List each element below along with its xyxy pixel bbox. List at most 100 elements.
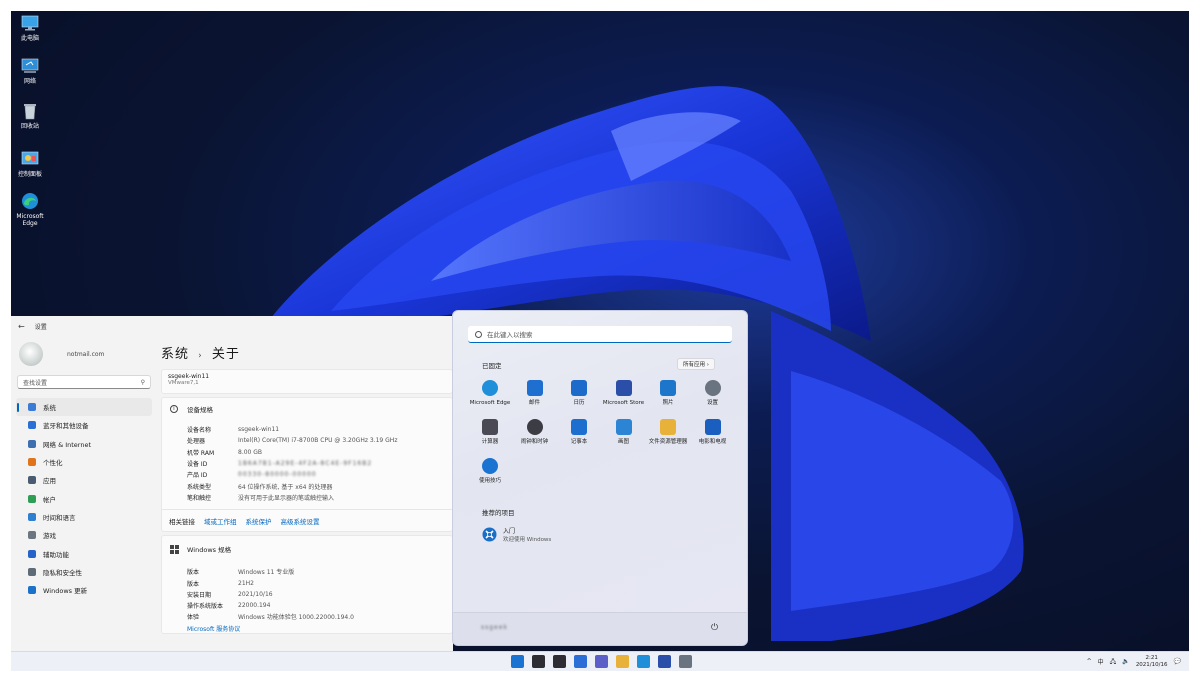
clock-icon [526,419,543,435]
nav-icon [28,439,36,448]
start-search-input[interactable]: 在此键入以搜索 [468,326,732,343]
power-icon[interactable]: ⏻ [711,623,721,633]
tray-chevron-icon[interactable]: ^ [1087,658,1092,665]
service-agreement-link[interactable]: Microsoft 服务协议 [162,624,452,633]
paint-icon [615,419,632,435]
sidebar-item[interactable]: 应用 [16,471,152,489]
control-panel-icon [21,151,39,165]
device-spec-list: 设备名称 ssgeek-win11 处理器 Intel(R) Core(TM) i7-… [162,420,452,509]
clock[interactable]: 2:21 2021/10/16 [1136,655,1168,668]
ime-indicator[interactable]: 中 [1098,657,1104,666]
breadcrumb-parent[interactable]: 系统 [161,347,189,362]
link-advanced-system-settings[interactable]: 高级系统设置 [281,516,320,526]
windows-spec-header[interactable]: Windows 规格 [162,536,452,562]
start-search-placeholder: 在此键入以搜索 [487,331,533,339]
desktop-icon-label: 控制面板 [17,171,42,178]
sidebar-item-label: Windows 更新 [43,587,88,596]
nav-icon [28,458,36,467]
sidebar-item[interactable]: 时间和语言 [16,508,152,526]
volume-icon[interactable]: 🔈 [1122,658,1129,665]
start-icon[interactable] [511,655,524,668]
calendar-icon [571,380,587,396]
pinned-app-label: 文件资源管理器 [648,439,688,445]
start-user-name[interactable]: ssgeek [481,624,508,631]
sidebar-item[interactable]: Windows 更新 [16,581,152,599]
pinned-app[interactable]: Microsoft Store [602,380,646,407]
nav-icon [28,549,36,558]
sidebar-item[interactable]: 系统 [16,398,152,417]
spec-row: 版本 Windows 11 专业版 [187,566,452,577]
pinned-app[interactable]: 日历 [557,380,601,407]
pinned-app[interactable]: 设置 [691,380,735,407]
pinned-app[interactable]: 记事本 [557,419,601,446]
taskbar: ^ 中 🖧 🔈 2:21 2021/10/16 💬 [11,651,1189,671]
back-arrow-icon[interactable]: ← [18,322,25,331]
spec-value: ssgeek-win11 [238,426,280,434]
sidebar-item[interactable]: 蓝牙和其他设备 [16,416,152,434]
desktop-icon-edge[interactable]: Microsoft Edge [13,191,47,227]
edge-icon[interactable] [637,655,650,668]
file-explorer-icon[interactable] [616,655,629,668]
nav-icon [28,494,36,503]
search-icon[interactable] [532,655,545,668]
pinned-app-label: 电影和电视 [698,439,727,445]
store-icon[interactable] [658,655,671,668]
recommended-item[interactable]: 入门 欢迎使用 Windows [482,526,551,543]
all-apps-button[interactable]: 所有应用 › [677,358,715,370]
sidebar-item[interactable]: 个性化 [16,453,152,471]
spec-key: 笔和触控 [187,494,212,502]
sidebar-item[interactable]: 隐私和安全性 [16,563,152,581]
spec-row: 机带 RAM 8.00 GB [187,447,452,458]
sidebar-item-label: 个性化 [43,459,63,468]
settings-search-input[interactable]: 查找设置 ⚲ [17,375,151,389]
start-footer: ssgeek ⏻ [453,612,747,645]
spec-key: 系统类型 [187,483,212,491]
settings-title: 设置 [34,323,47,331]
spec-key: 设备名称 [187,427,212,435]
pinned-app[interactable]: 闹钟和时钟 [513,419,557,446]
sidebar-item[interactable]: 帐户 [16,489,152,507]
network-icon[interactable]: 🖧 [1110,657,1117,667]
sidebar-item[interactable]: 辅助功能 [16,544,152,562]
pinned-app[interactable]: 文件资源管理器 [646,419,690,446]
desktop-icon-control-panel[interactable]: 控制面板 [13,149,47,178]
calculator-icon [482,419,498,435]
device-spec-card: i 设备规格 设备名称 ssgeek-win11 处理器 Intel(R) Core(… [161,397,453,533]
spec-key: 操作系统版本 [187,603,224,611]
store-icon [615,380,632,396]
pinned-app[interactable]: 画图 [602,419,646,446]
task-view-icon[interactable] [553,655,566,668]
pinned-title: 已固定 [482,362,502,370]
pinned-app[interactable]: 照片 [646,380,690,407]
pinned-app[interactable]: 使用技巧 [468,458,512,485]
desktop-icon-recycle-bin[interactable]: 回收站 [13,101,47,130]
pinned-app[interactable]: 计算器 [468,419,512,446]
spec-key: 产品 ID [187,472,208,480]
sidebar-item-label: 游戏 [43,532,56,541]
pinned-app[interactable]: 电影和电视 [691,419,735,446]
spec-row: 设备名称 ssgeek-win11 [187,424,452,435]
settings-icon[interactable] [679,655,692,668]
notification-icon[interactable]: 💬 [1174,658,1181,665]
taskbar-apps [511,655,700,668]
pinned-app[interactable]: 邮件 [513,380,557,407]
avatar [19,342,43,366]
link-system-protection[interactable]: 系统保护 [246,516,272,526]
network-icon [21,58,39,73]
pinned-app[interactable]: Microsoft Edge [468,380,512,407]
folder-icon [660,419,676,435]
spec-value: 没有可用于此显示器的笔或触控输入 [238,494,335,502]
account-card[interactable]: notmail.com [11,336,157,372]
sidebar-item[interactable]: 网络 & Internet [16,435,152,453]
recommended-item-title: 入门 [503,528,516,535]
chat-icon[interactable] [595,655,608,668]
windows-spec-title: Windows 规格 [187,546,232,555]
breadcrumb: 系统 › 关于 [161,336,453,369]
widgets-icon[interactable] [574,655,587,668]
desktop-icon-this-pc[interactable]: 此电脑 [13,13,47,42]
link-domain-workgroup[interactable]: 域或工作组 [204,516,237,526]
spec-key: 安装日期 [187,591,212,599]
device-spec-header[interactable]: i 设备规格 [162,398,452,420]
sidebar-item[interactable]: 游戏 [16,526,152,544]
desktop-icon-network[interactable]: 网络 [13,56,47,85]
